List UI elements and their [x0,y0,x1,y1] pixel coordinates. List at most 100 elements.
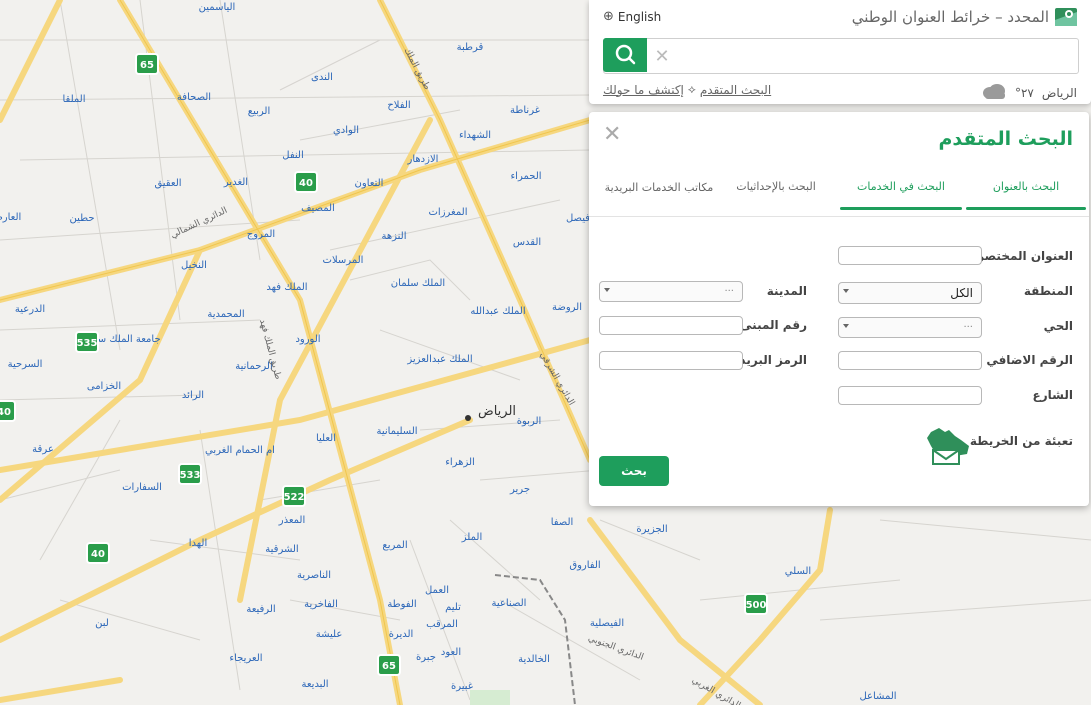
search-bar: ✕ [603,38,1079,74]
district-value: ... [963,319,973,330]
district-label: عرقة [32,444,54,455]
street-input[interactable] [838,386,982,405]
route-shield-number: 40 [91,549,105,560]
district-label: السرحية [8,359,43,370]
search-submit-button[interactable]: بحث [599,456,669,486]
district-label: الرائد [182,390,204,401]
district-label: العريجاء [229,653,262,664]
quick-links: البحث المتقدم ⟡ إكتشف ما حولك [603,82,771,97]
route-shield-number: 40 [299,178,313,189]
fill-from-map-label: تعبئة من الخريطة [969,434,1073,448]
logo-icon [1055,6,1077,28]
district-label: الخزامى [87,381,121,392]
district-label: الربيع [248,106,270,117]
district-label: فيصل [566,213,590,224]
building-number-input[interactable] [599,316,743,335]
additional-number-input[interactable] [838,351,982,370]
panel-tabs: البحث بالعنوان البحث في الخدمات البحث با… [589,172,1089,217]
region-select[interactable]: الكل [838,282,982,304]
tab-search-services[interactable]: البحث في الخدمات [840,172,962,216]
postal-code-input[interactable] [599,351,743,370]
district-label: الملك سلمان [391,278,445,289]
city-select[interactable]: ... [599,281,743,302]
saudi-map-icon[interactable] [925,426,971,466]
route-shield-number: 65 [140,60,154,71]
route-shield-icon: 40 [0,400,16,422]
route-shield-number: 65 [382,661,396,672]
explore-around-link[interactable]: إكتشف ما حولك [603,83,684,97]
route-shield-number: 533 [180,470,201,481]
district-select[interactable]: ... [838,317,982,338]
district-label: جبرة [416,652,436,663]
district-label: المربع [382,540,407,551]
route-shield-number: 40 [0,407,11,418]
route-shield-icon: 40 [86,542,110,564]
district-label: العارض [0,212,21,223]
district-label: الحمراء [510,171,541,182]
route-shield-number: 522 [284,492,305,503]
district-label: الملز [461,532,482,543]
district-label: الرحمانية [235,361,273,372]
district-label: النزهة [382,231,407,242]
tab-postal-offices[interactable]: مكاتب الخدمات البريدية [604,172,714,216]
clear-icon[interactable]: ✕ [647,39,677,73]
search-icon [615,44,636,65]
district-label: تليم [445,602,461,613]
weather-city: الرياض [1041,85,1077,100]
district-label: الندى [311,72,333,83]
chevron-down-icon [843,324,849,328]
district-label: المحمدية [207,309,244,320]
route-shield-icon: 533 [178,463,202,485]
panel-title: البحث المتقدم [938,128,1073,150]
app-title: المحدد – خرائط العنوان الوطني [851,8,1049,26]
weather-temp: ٢٧° [1014,85,1034,100]
district-label: التعاون [355,178,384,189]
district-label: العمل [425,585,449,596]
tab-search-coordinates[interactable]: البحث بالإحداثيات [716,172,836,216]
district-label: الناصرية [297,570,331,581]
building-number-label: رقم المبنى [740,318,807,332]
globe-icon: ⊕ [603,9,614,24]
district-label: الشرقية [265,544,298,555]
district-label: العقيق [154,178,181,189]
short-address-input[interactable] [838,246,982,265]
brand: المحدد – خرائط العنوان الوطني [852,6,1077,28]
district-label: الشهداء [459,130,491,141]
search-input[interactable] [677,39,1078,73]
district-label: حطين [69,213,94,224]
search-card: المحدد – خرائط العنوان الوطني ⊕ English … [589,0,1091,104]
route-shield-number: 535 [77,338,98,349]
district-label: النخيل [181,260,207,271]
district-label: الصفا [551,517,574,528]
city-label: المدينة [766,284,807,298]
district-label: الملك عبدالله [470,306,525,317]
close-icon[interactable]: ✕ [603,122,621,147]
search-button[interactable] [603,38,647,72]
district-label: المعذر [278,515,306,526]
route-shield-icon: 40 [294,171,318,193]
advanced-search-link[interactable]: البحث المتقدم [700,83,771,97]
city-marker-dot [465,415,471,421]
district-label: القدس [513,237,541,248]
district-label: المغرزات [429,207,468,218]
tab-search-by-address[interactable]: البحث بالعنوان [966,172,1086,216]
district-label: الفيصلية [590,618,624,629]
district-label: المرقب [426,619,458,630]
region-value: الكل [950,286,973,300]
additional-number-label: الرقم الاضافي [986,353,1073,367]
route-shield-icon: 65 [377,654,401,676]
district-label: الفوطة [387,599,416,610]
language-label: English [617,9,662,24]
district-label: المرسلات [323,255,364,266]
district-label: المروج [247,229,275,240]
short-address-label: العنوان المختصر [977,249,1073,263]
district-label: الديرة [389,629,414,640]
language-switch[interactable]: ⊕ English [603,9,661,24]
district-label: الغدير [223,177,248,188]
district-label: الحي [1043,319,1073,333]
cloud-icon [981,83,1007,102]
district-label: الملقا [62,94,85,105]
district-label: المصيف [301,203,335,214]
route-shield-icon: 522 [282,485,306,507]
region-label: المنطقة [1023,284,1073,298]
